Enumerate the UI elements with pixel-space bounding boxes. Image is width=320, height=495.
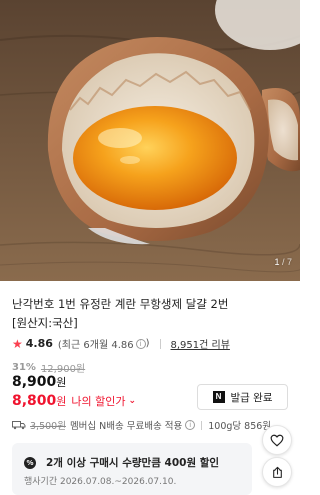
share-button[interactable] xyxy=(262,457,292,487)
shipping-row: 3,500원 멤버십 N배송 무료배송 적용 i 100g당 856원 xyxy=(12,418,271,432)
product-image[interactable]: 1 / 7 xyxy=(0,0,300,281)
product-title-line2: [원산지:국산] xyxy=(12,316,78,330)
original-price: 12,900원 xyxy=(40,364,86,375)
sale-price-value: 8,900 xyxy=(12,374,57,390)
divider xyxy=(201,420,203,430)
rating-recent: (최근 6개월 4.86 xyxy=(57,340,134,351)
promo-banner[interactable]: % 2개 이상 구매시 수량만큼 400원 할인 행사기간 2026.07.08… xyxy=(12,443,252,495)
rating-score: 4.86 xyxy=(25,337,53,350)
my-price-unit: 원 xyxy=(56,395,67,408)
product-title: 난각번호 1번 유정란 계란 무항생제 달걀 2번 [원산지:국산] xyxy=(12,295,282,333)
sale-price-unit: 원 xyxy=(56,376,67,389)
star-icon: ★ xyxy=(12,336,23,351)
percent-icon: % xyxy=(24,457,36,469)
product-title-line1: 난각번호 1번 유정란 계란 무항생제 달걀 2번 xyxy=(12,297,229,311)
n-logo-icon: N xyxy=(212,391,225,403)
sale-price: 8,900원 xyxy=(12,374,66,390)
discount-rate: 31% xyxy=(12,362,36,373)
rating-row: ★ 4.86 (최근 6개월 4.86 i ) 8,951건 리뷰 xyxy=(12,336,230,352)
coupon-issued-button[interactable]: N 발급 완료 xyxy=(197,384,288,410)
my-price-label: 나의 할인가 xyxy=(71,395,126,408)
share-icon xyxy=(272,466,282,478)
promo-title: 2개 이상 구매시 수량만큼 400원 할인 xyxy=(46,457,220,469)
discount-row: 31% 12,900원 xyxy=(12,360,85,375)
shipping-info: 멤버십 N배송 무료배송 적용 xyxy=(69,421,183,432)
image-counter: 1 / 7 xyxy=(274,257,292,267)
info-icon[interactable]: i xyxy=(135,338,146,349)
shipping-original-fee: 3,500원 xyxy=(30,421,66,432)
my-discount-price[interactable]: 8,800 원 나의 할인가 ⌄ xyxy=(12,393,136,409)
my-price-value: 8,800 xyxy=(12,393,57,409)
chevron-down-icon: ⌄ xyxy=(128,396,137,406)
truck-icon xyxy=(12,421,26,430)
info-icon[interactable]: i xyxy=(185,420,196,430)
egg-yolk-illustration xyxy=(0,0,300,281)
promo-period: 행사기간 2026.07.08.~2026.07.10. xyxy=(24,477,177,487)
rating-recent-close: ) xyxy=(145,338,150,349)
wishlist-button[interactable] xyxy=(262,425,292,455)
image-counter-total: / 7 xyxy=(279,257,292,267)
reviews-link[interactable]: 8,951건 리뷰 xyxy=(171,336,230,351)
divider xyxy=(159,338,161,349)
coupon-label: 발급 완료 xyxy=(230,391,273,404)
heart-icon xyxy=(270,434,284,446)
unit-price: 100g당 856원 xyxy=(208,421,272,432)
